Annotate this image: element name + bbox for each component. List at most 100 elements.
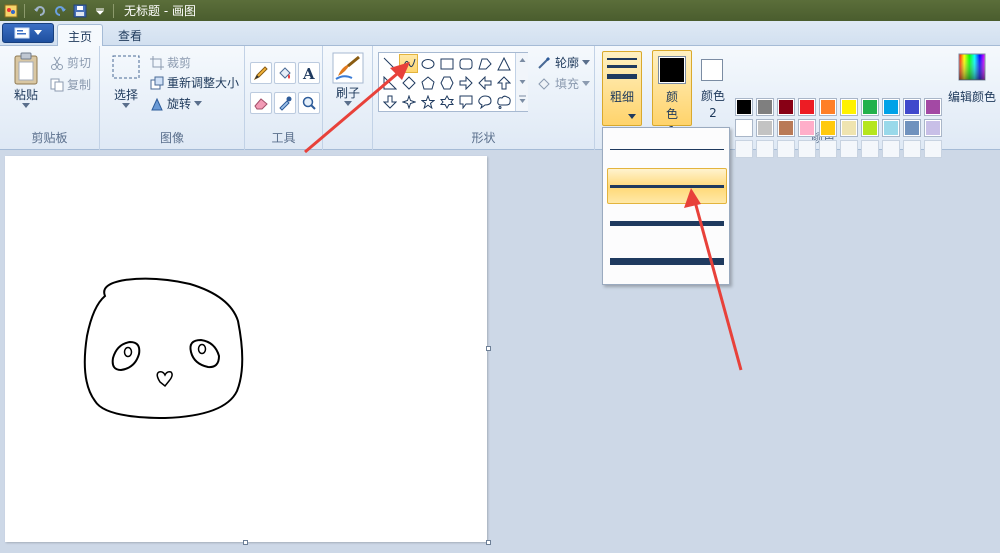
eraser-tool[interactable]	[250, 92, 272, 114]
magnifier-tool[interactable]	[298, 92, 320, 114]
brushes-label: 刷子	[335, 86, 360, 100]
brushes-button[interactable]: 刷子	[331, 52, 365, 107]
outline-button[interactable]: 轮廓	[536, 54, 591, 71]
palette-color[interactable]	[903, 119, 921, 137]
paint-app-icon[interactable]	[2, 2, 20, 20]
palette-custom-slot[interactable]	[777, 140, 795, 158]
ribbon: 粘贴 剪切 复制 剪贴板 选择 裁剪 重新调整大小 旋转 图像 A 工具 刷子 …	[0, 46, 1000, 158]
fill-tool[interactable]	[274, 62, 296, 84]
save-icon[interactable]	[71, 2, 89, 20]
quick-access-dropdown-icon[interactable]	[91, 2, 109, 20]
palette-custom-slot[interactable]	[840, 140, 858, 158]
text-icon: A	[302, 65, 315, 81]
undo-icon[interactable]	[31, 2, 49, 20]
palette-custom-slot[interactable]	[798, 140, 816, 158]
drawing-canvas[interactable]	[5, 156, 487, 542]
shape-up-arrow[interactable]	[494, 73, 513, 92]
shape-rectangle[interactable]	[437, 54, 456, 73]
shape-left-arrow[interactable]	[475, 73, 494, 92]
shapes-scrollbar[interactable]	[515, 53, 528, 111]
canvas-resize-handle-corner[interactable]	[486, 540, 491, 545]
palette-color[interactable]	[819, 119, 837, 137]
palette-custom-slot[interactable]	[861, 140, 879, 158]
shape-diamond[interactable]	[399, 73, 418, 92]
palette-color[interactable]	[735, 119, 753, 137]
shape-rect-callout[interactable]	[456, 92, 475, 111]
size-option-3[interactable]: 5px	[607, 205, 727, 241]
canvas-resize-handle-right[interactable]	[486, 346, 491, 351]
image-group-label: 图像	[159, 131, 184, 145]
select-button[interactable]: 选择	[108, 54, 144, 109]
shape-triangle[interactable]	[494, 54, 513, 73]
resize-button[interactable]: 重新调整大小	[150, 74, 239, 91]
palette-color[interactable]	[798, 119, 816, 137]
palette-color[interactable]	[861, 119, 879, 137]
color2-button[interactable]: 颜色 2	[695, 50, 731, 126]
palette-color[interactable]	[756, 98, 774, 116]
text-tool[interactable]: A	[298, 62, 320, 84]
size-option-4[interactable]: 8px	[607, 243, 727, 279]
shape-down-arrow[interactable]	[380, 92, 399, 111]
palette-color[interactable]	[924, 119, 942, 137]
redo-icon[interactable]	[51, 2, 69, 20]
image-group: 选择 裁剪 重新调整大小 旋转 图像	[100, 46, 245, 150]
shape-oval[interactable]	[418, 54, 437, 73]
fill-shape-button[interactable]: 填充	[536, 75, 591, 92]
size-button[interactable]: 粗细	[602, 51, 642, 126]
color1-button[interactable]: 颜色 1	[652, 50, 692, 138]
shape-line[interactable]	[380, 54, 399, 73]
palette-custom-slot[interactable]	[882, 140, 900, 158]
palette-custom-slot[interactable]	[756, 140, 774, 158]
shape-five-point-star[interactable]	[418, 92, 437, 111]
panda-face-drawing	[83, 277, 244, 420]
shape-oval-callout[interactable]	[475, 92, 494, 111]
shape-cloud-callout[interactable]	[494, 92, 513, 111]
size-option-1[interactable]: 1px	[607, 131, 727, 167]
paste-button[interactable]: 粘贴	[8, 52, 44, 109]
shape-four-point-star[interactable]	[399, 92, 418, 111]
rotate-button[interactable]: 旋转	[150, 95, 203, 112]
shape-six-point-star[interactable]	[437, 92, 456, 111]
palette-color[interactable]	[924, 98, 942, 116]
polygon-icon	[477, 58, 492, 69]
size-option-2[interactable]: 3px	[607, 168, 727, 204]
color-picker-tool[interactable]	[274, 92, 296, 114]
tab-view[interactable]: 查看	[108, 24, 152, 46]
crop-button[interactable]: 裁剪	[150, 54, 191, 71]
palette-color[interactable]	[819, 98, 837, 116]
palette-color[interactable]	[882, 98, 900, 116]
cloud-callout-icon	[496, 95, 511, 109]
palette-color[interactable]	[903, 98, 921, 116]
shape-polygon[interactable]	[475, 54, 494, 73]
palette-custom-slot[interactable]	[735, 140, 753, 158]
shape-right-triangle[interactable]	[380, 73, 399, 92]
palette-color[interactable]	[840, 119, 858, 137]
shape-curve[interactable]	[399, 54, 418, 73]
palette-color[interactable]	[840, 98, 858, 116]
curve-icon	[402, 58, 415, 69]
palette-custom-slot[interactable]	[819, 140, 837, 158]
palette-custom-slot[interactable]	[903, 140, 921, 158]
pencil-tool[interactable]	[250, 62, 272, 84]
shape-pentagon[interactable]	[418, 73, 437, 92]
palette-color[interactable]	[882, 119, 900, 137]
shapes-group-label: 形状	[471, 131, 496, 145]
palette-color[interactable]	[735, 98, 753, 116]
tab-home[interactable]: 主页	[57, 24, 104, 46]
cut-button[interactable]: 剪切	[50, 54, 91, 71]
shape-hexagon[interactable]	[437, 73, 456, 92]
palette-color[interactable]	[777, 98, 795, 116]
edit-colors-button[interactable]: 编辑颜色	[946, 52, 998, 105]
canvas-resize-handle-bottom[interactable]	[243, 540, 248, 545]
palette-color[interactable]	[861, 98, 879, 116]
file-menu-button[interactable]	[2, 23, 54, 43]
shape-right-arrow[interactable]	[456, 73, 475, 92]
palette-custom-slot[interactable]	[924, 140, 942, 158]
shape-rounded-rectangle[interactable]	[456, 54, 475, 73]
palette-color[interactable]	[777, 119, 795, 137]
resize-icon	[150, 76, 164, 90]
chevron-down-icon	[34, 30, 42, 35]
palette-color[interactable]	[798, 98, 816, 116]
copy-button[interactable]: 复制	[50, 76, 91, 93]
palette-color[interactable]	[756, 119, 774, 137]
